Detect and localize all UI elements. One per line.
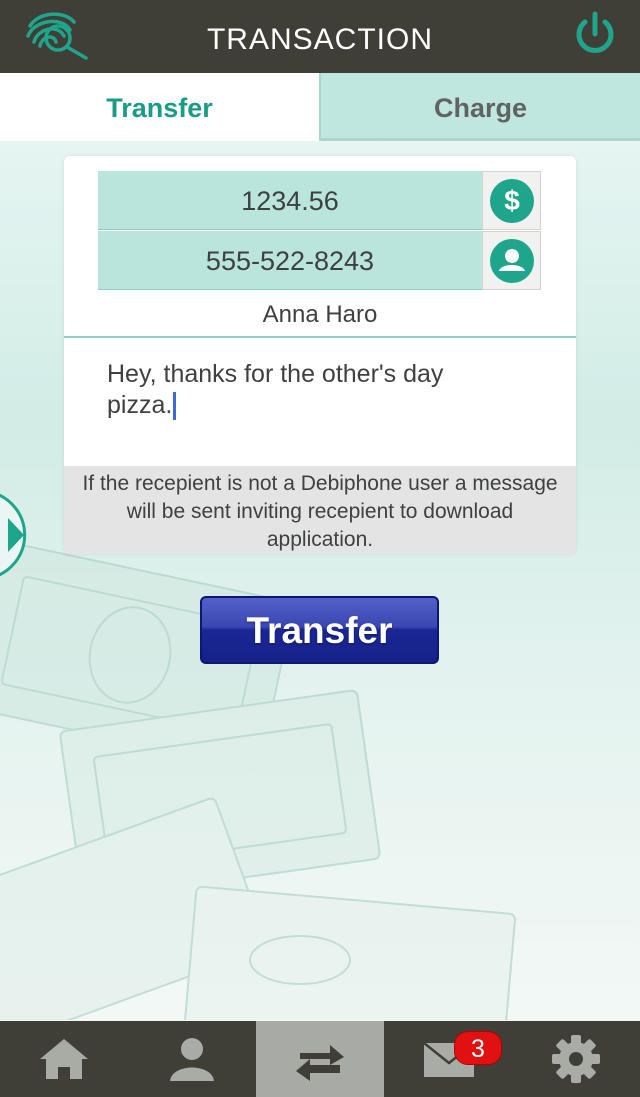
page-title: TRANSACTION — [206, 23, 433, 56]
text-caret — [173, 392, 177, 421]
bottom-navigation — [0, 1021, 640, 1097]
home-icon — [40, 1039, 88, 1079]
svg-text:$: $ — [504, 185, 520, 216]
transfer-button[interactable]: Transfer — [200, 596, 439, 664]
messages-badge: 3 — [454, 1031, 502, 1065]
side-menu-handle[interactable] — [0, 490, 42, 580]
transfer-form-card: 1234.56 $ 555-522-8243 Anna Haro Hey, th… — [64, 156, 576, 554]
transaction-tabs: Transfer Charge — [0, 73, 640, 141]
top-bar: TRANSACTION — [0, 0, 640, 73]
recipient-name: Anna Haro — [64, 292, 576, 338]
tab-transfer[interactable]: Transfer — [0, 73, 319, 141]
dollar-icon: $ — [490, 179, 534, 223]
phone-field: 555-522-8243 — [98, 231, 541, 290]
invite-notice: If the recepient is not a Debiphone user… — [64, 466, 576, 554]
contacts-picker-button[interactable] — [482, 231, 541, 290]
message-line-2-text: pizza. — [107, 391, 173, 419]
message-line-1: Hey, thanks for the other's day — [107, 360, 444, 388]
amount-button[interactable]: $ — [482, 171, 541, 230]
contact-icon — [490, 239, 534, 283]
gear-icon — [552, 1035, 600, 1083]
transfer-arrows-icon — [296, 1045, 344, 1081]
message-line-2: pizza. — [107, 390, 527, 421]
phone-input[interactable]: 555-522-8243 — [98, 231, 482, 290]
power-icon[interactable] — [572, 10, 618, 56]
user-icon — [170, 1038, 214, 1081]
nav-settings[interactable] — [512, 1021, 640, 1097]
nav-contacts[interactable] — [128, 1021, 256, 1097]
tab-charge[interactable]: Charge — [319, 73, 640, 141]
message-textarea[interactable]: Hey, thanks for the other's day pizza. — [107, 359, 527, 439]
amount-input[interactable]: 1234.56 — [98, 171, 482, 230]
amount-field: 1234.56 $ — [98, 171, 541, 230]
nav-transaction[interactable] — [256, 1021, 384, 1097]
nav-home[interactable] — [0, 1021, 128, 1097]
